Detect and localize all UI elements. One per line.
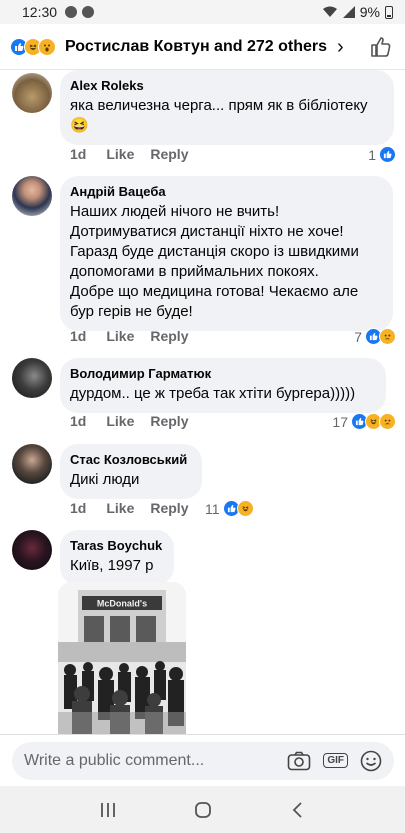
like-link[interactable]: Like	[106, 500, 134, 516]
reactions-header[interactable]: Ростислав Ковтун and 272 others ›	[0, 24, 405, 70]
comment-author[interactable]: Стас Козловський	[70, 452, 190, 467]
recent-apps-button[interactable]	[96, 798, 120, 822]
avatar[interactable]	[12, 530, 52, 570]
comment-time[interactable]: 1d	[70, 500, 86, 516]
comment-text: Київ, 1997 р	[70, 557, 154, 574]
reply-link[interactable]: Reply	[150, 328, 188, 344]
comment-bubble: Taras Boychuk Київ, 1997 р	[60, 530, 174, 585]
comment-actions: 1d Like Reply	[70, 413, 204, 429]
status-time: 12:30	[22, 4, 58, 20]
comment-text: Наших людей нічого не вчить! Дотримувати…	[70, 203, 359, 320]
back-button[interactable]	[286, 798, 310, 822]
like-link[interactable]: Like	[106, 328, 134, 344]
wow-icon	[38, 37, 56, 56]
reaction-count[interactable]: 1	[368, 146, 396, 163]
avatar[interactable]	[12, 358, 52, 398]
comment-author[interactable]: Alex Roleks	[70, 78, 382, 93]
mcdonalds-photo-image: McDonald's	[58, 582, 186, 734]
reaction-count[interactable]: 17	[332, 413, 396, 430]
comment-bubble: Alex Roleks яка величезна черга... прям …	[60, 70, 394, 145]
comment-text: яка величезна черга... прям як в бібліот…	[70, 97, 368, 134]
battery-icon	[385, 5, 393, 19]
comment-text: Дикі люди	[70, 471, 140, 488]
comment-actions: 1d Like Reply	[70, 500, 204, 516]
reaction-number: 11	[205, 500, 220, 517]
reply-link[interactable]: Reply	[150, 146, 188, 162]
messenger-icon	[65, 6, 78, 18]
like-link[interactable]: Like	[106, 413, 134, 429]
reply-link[interactable]: Reply	[150, 500, 188, 516]
back-icon	[292, 801, 302, 818]
comment-author[interactable]: Володимир Гарматюк	[70, 366, 374, 381]
comment-input[interactable]: Write a public comment... GIF	[12, 741, 394, 780]
comment-bubble: Володимир Гарматюк дурдом.. це ж треба т…	[60, 358, 386, 413]
comment-time[interactable]: 1d	[70, 413, 86, 429]
avatar[interactable]	[12, 176, 52, 216]
comment-bubble: Андрій Вацеба Наших людей нічого не вчит…	[60, 176, 393, 331]
reactions-summary-title[interactable]: Ростислав Ковтун and 272 others	[65, 38, 327, 56]
signal-icon	[342, 6, 355, 18]
comment-actions: 1d Like Reply	[70, 146, 204, 162]
comment-actions: 1d Like Reply	[70, 328, 204, 344]
comment-author[interactable]: Taras Boychuk	[70, 538, 162, 553]
comment-input-placeholder[interactable]: Write a public comment...	[24, 752, 287, 770]
like-icon	[379, 146, 396, 163]
like-button-icon[interactable]	[369, 35, 393, 59]
chevron-right-icon[interactable]: ›	[337, 37, 344, 57]
reply-link[interactable]: Reply	[150, 413, 188, 429]
comment-author[interactable]: Андрій Вацеба	[70, 184, 381, 199]
comment-text: дурдом.. це ж треба так хтіти бургера)))…	[70, 385, 356, 402]
home-button[interactable]	[191, 798, 215, 822]
settings-notification-icon	[82, 6, 95, 18]
avatar[interactable]	[12, 73, 52, 113]
system-navigation-bar	[0, 786, 405, 833]
wifi-icon	[322, 6, 337, 17]
battery-percent: 9%	[359, 4, 380, 20]
avatar[interactable]	[12, 444, 52, 484]
composer-icons: GIF	[287, 750, 382, 772]
home-icon	[194, 801, 211, 818]
gif-button[interactable]: GIF	[323, 753, 348, 768]
sad-icon	[379, 413, 396, 430]
comment-photo[interactable]: McDonald's	[58, 582, 186, 734]
reaction-count[interactable]: 7	[354, 328, 396, 345]
mcdonalds-sign: McDonald's	[97, 599, 147, 609]
header-reaction-icons	[10, 37, 56, 56]
recent-apps-icon	[100, 802, 115, 817]
reaction-number: 17	[332, 413, 348, 430]
comment-bubble: Стас Козловський Дикі люди	[60, 444, 202, 499]
camera-icon[interactable]	[287, 751, 311, 771]
comment-composer: Write a public comment... GIF	[0, 734, 405, 786]
comment-feed[interactable]: Alex Roleks яка величезна черга... прям …	[0, 70, 405, 734]
reaction-number: 7	[354, 328, 362, 345]
sad-icon	[379, 328, 396, 345]
reaction-count[interactable]: 11	[205, 500, 254, 517]
like-link[interactable]: Like	[106, 146, 134, 162]
comment-time[interactable]: 1d	[70, 146, 86, 162]
haha-icon	[236, 500, 254, 517]
comment-time[interactable]: 1d	[70, 328, 86, 344]
emoji-icon[interactable]	[360, 750, 382, 772]
reaction-number: 1	[368, 146, 376, 163]
status-bar: 12:30 9%	[0, 0, 405, 24]
